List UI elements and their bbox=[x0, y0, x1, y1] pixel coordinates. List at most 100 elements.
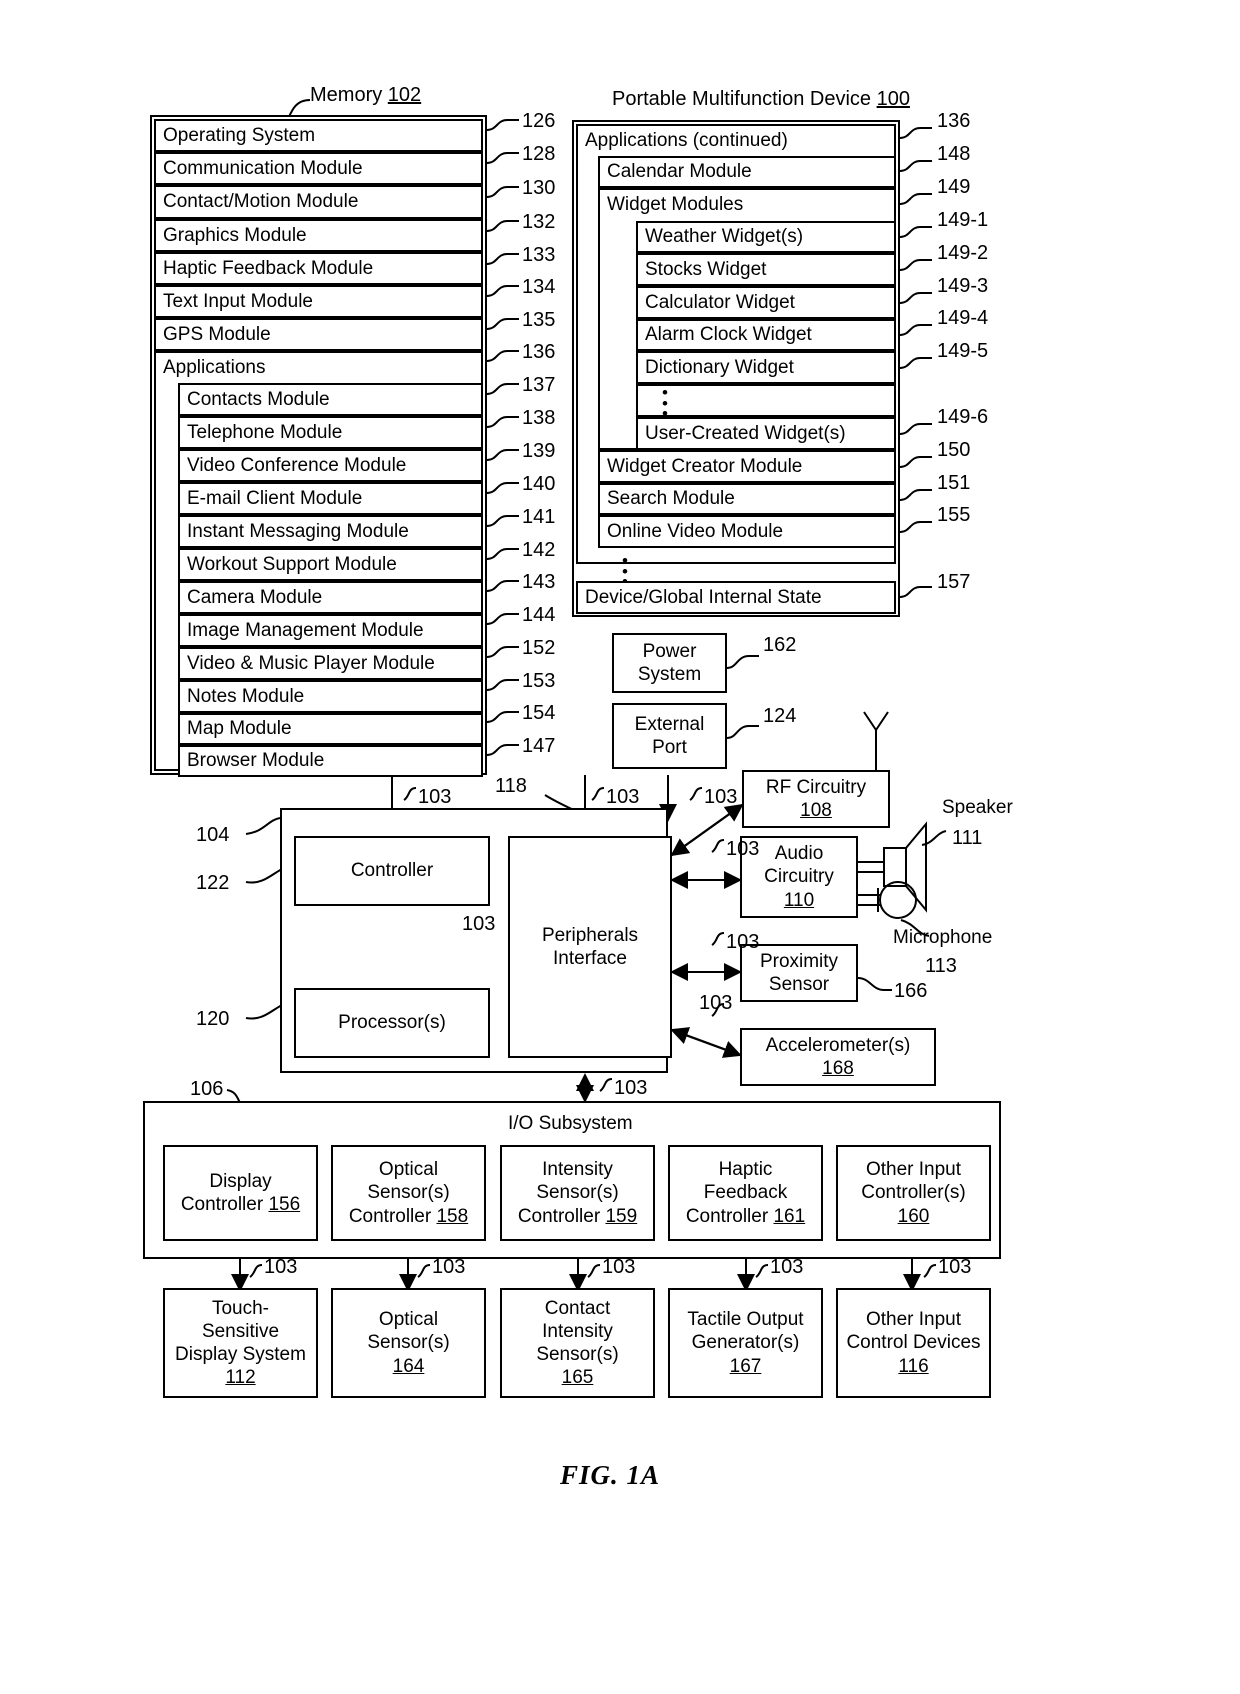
ref-143: 143 bbox=[522, 571, 556, 593]
bus-label-peripherals-in: 103 bbox=[606, 786, 640, 808]
memory-item-text-input-module: Text Input Module bbox=[154, 285, 483, 318]
ref-149-2: 149-2 bbox=[937, 242, 989, 264]
ref-130: 130 bbox=[522, 177, 556, 199]
optical-sensor-block: Optical Sensor(s) 164 bbox=[331, 1288, 486, 1398]
widget-ellipsis-row bbox=[636, 384, 896, 417]
microphone-icon bbox=[877, 881, 917, 919]
proximity-sensor-line1: Proximity bbox=[759, 950, 839, 972]
app-item-video-music-player-module: Video & Music Player Module bbox=[178, 647, 483, 680]
touch-display-line2: Sensitive bbox=[201, 1320, 280, 1342]
app-item-map-module: Map Module bbox=[178, 713, 483, 745]
bus-label-io-optical: 103 bbox=[432, 1256, 466, 1278]
app-item-browser-module: Browser Module bbox=[178, 745, 483, 777]
figure-caption: FIG. 1A bbox=[560, 1460, 661, 1490]
processor-block: Processor(s) bbox=[294, 988, 490, 1058]
contact-intensity-line2: Intensity bbox=[542, 1320, 613, 1342]
other-input-controller-block: Other Input Controller(s) 160 bbox=[836, 1145, 991, 1241]
optical-sensor-ref: 164 bbox=[392, 1355, 425, 1377]
optical-sensor-controller-line3: Controller 158 bbox=[348, 1205, 469, 1227]
device-item-search-module: Search Module bbox=[598, 483, 896, 515]
audio-circuitry-line2: Circuitry bbox=[764, 866, 834, 888]
speaker-label: Speaker bbox=[942, 797, 1013, 818]
ref-154: 154 bbox=[522, 702, 556, 724]
ref-139: 139 bbox=[522, 440, 556, 462]
ref-122: 122 bbox=[196, 872, 230, 894]
accelerometer-block: Accelerometer(s) 168 bbox=[740, 1028, 936, 1086]
ref-141: 141 bbox=[522, 506, 556, 528]
rf-circuitry-label: RF Circuitry bbox=[765, 776, 867, 798]
widget-stocks: Stocks Widget bbox=[636, 253, 896, 286]
external-port-block: External Port bbox=[612, 703, 727, 769]
ref-151: 151 bbox=[937, 472, 971, 494]
app-item-video-conference-module: Video Conference Module bbox=[178, 449, 483, 482]
rf-circuitry-block: RF Circuitry 108 bbox=[742, 770, 890, 828]
ref-149-5: 149-5 bbox=[937, 340, 989, 362]
io-subsystem-label: I/O Subsystem bbox=[508, 1113, 633, 1134]
optical-sensor-line1: Optical bbox=[378, 1309, 439, 1331]
memory-title: Memory 102 bbox=[310, 84, 422, 106]
ref-136-memory: 136 bbox=[522, 341, 556, 363]
display-controller-line2: Controller 156 bbox=[180, 1194, 301, 1215]
touch-display-line1: Touch- bbox=[211, 1297, 270, 1319]
proximity-sensor-line2: Sensor bbox=[768, 974, 830, 995]
app-item-instant-messaging-module: Instant Messaging Module bbox=[178, 515, 483, 548]
tactile-output-line2: Generator(s) bbox=[691, 1332, 800, 1354]
ref-149-1: 149-1 bbox=[937, 209, 989, 231]
bus-label-io-display: 103 bbox=[264, 1256, 298, 1278]
tactile-output-line1: Tactile Output bbox=[687, 1309, 804, 1331]
ref-155: 155 bbox=[937, 504, 971, 526]
widget-user-created: User-Created Widget(s) bbox=[636, 417, 896, 450]
contact-intensity-ref: 165 bbox=[561, 1367, 594, 1389]
other-input-devices-ref: 116 bbox=[898, 1355, 929, 1377]
ref-153: 153 bbox=[522, 670, 556, 692]
ref-128: 128 bbox=[522, 143, 556, 165]
vertical-ellipsis-widgets: • • • bbox=[662, 383, 668, 424]
device-global-internal-state: Device/Global Internal State bbox=[576, 581, 896, 614]
audio-circuitry-ref: 110 bbox=[783, 889, 815, 911]
other-input-devices-line2: Control Devices bbox=[846, 1332, 981, 1354]
app-item-contacts-module: Contacts Module bbox=[178, 383, 483, 416]
external-port-line2: Port bbox=[652, 737, 687, 758]
widget-weather: Weather Widget(s) bbox=[636, 221, 896, 253]
tactile-output-ref: 167 bbox=[729, 1355, 762, 1377]
ref-140: 140 bbox=[522, 473, 556, 495]
app-item-image-management-module: Image Management Module bbox=[178, 614, 483, 647]
bus-label-io-intensity: 103 bbox=[602, 1256, 636, 1278]
contact-intensity-line1: Contact bbox=[544, 1297, 611, 1319]
ref-149: 149 bbox=[937, 176, 971, 198]
touch-sensitive-display-block: Touch- Sensitive Display System 112 bbox=[163, 1288, 318, 1398]
peripherals-interface-line2: Interface bbox=[553, 948, 627, 969]
intensity-sensor-controller-line3: Controller 159 bbox=[517, 1205, 638, 1227]
memory-item-contact-motion-module: Contact/Motion Module bbox=[154, 185, 483, 219]
ref-157: 157 bbox=[937, 571, 971, 593]
bus-label-rf: 103 bbox=[704, 786, 738, 808]
ref-142: 142 bbox=[522, 539, 556, 561]
widget-alarm-clock: Alarm Clock Widget bbox=[636, 319, 896, 351]
ref-106: 106 bbox=[190, 1078, 224, 1100]
bus-label-audio: 103 bbox=[726, 838, 760, 860]
bus-label-memory-to-cpu: 103 bbox=[418, 786, 452, 808]
other-input-control-devices-block: Other Input Control Devices 116 bbox=[836, 1288, 991, 1398]
app-item-email-client-module: E-mail Client Module bbox=[178, 482, 483, 515]
device-title: Portable Multifunction Device 100 bbox=[612, 88, 910, 110]
patent-figure-canvas: Memory 102 Operating System Communicatio… bbox=[0, 0, 1240, 1694]
ref-132: 132 bbox=[522, 211, 556, 233]
intensity-sensor-controller-line2: Sensor(s) bbox=[536, 1182, 619, 1204]
ref-118: 118 bbox=[495, 775, 527, 797]
accelerometer-ref: 168 bbox=[822, 1058, 854, 1079]
ref-113: 113 bbox=[925, 955, 957, 977]
ref-149-6: 149-6 bbox=[937, 406, 989, 428]
contact-intensity-line3: Sensor(s) bbox=[536, 1344, 619, 1365]
processor-label: Processor(s) bbox=[338, 1012, 446, 1034]
memory-item-gps-module: GPS Module bbox=[154, 318, 483, 351]
other-input-controller-line1: Other Input bbox=[865, 1159, 962, 1181]
ref-144: 144 bbox=[522, 604, 556, 626]
other-input-devices-line1: Other Input bbox=[865, 1309, 962, 1331]
bus-label-io-tactile: 103 bbox=[770, 1256, 804, 1278]
controller-label: Controller bbox=[350, 860, 434, 882]
ref-152: 152 bbox=[522, 637, 556, 659]
intensity-sensor-controller-line1: Intensity bbox=[542, 1159, 613, 1181]
haptic-feedback-controller-line2: Feedback bbox=[703, 1182, 788, 1204]
device-item-calendar-module: Calendar Module bbox=[598, 156, 896, 188]
ref-133: 133 bbox=[522, 244, 556, 266]
